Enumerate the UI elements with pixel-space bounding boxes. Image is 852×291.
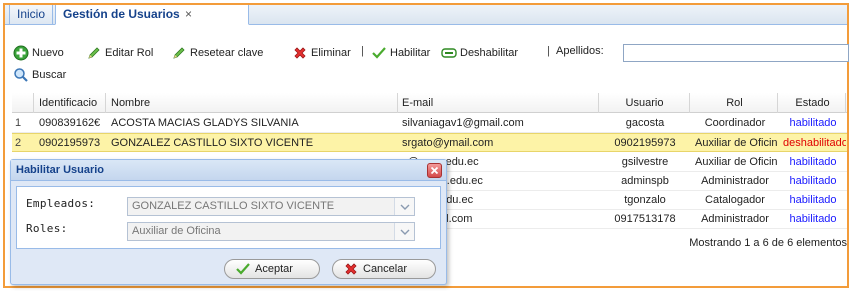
editar-rol-button[interactable]: Editar Rol [86, 44, 153, 62]
red-x-icon [345, 263, 357, 275]
eliminar-label: Eliminar [311, 47, 351, 59]
deshabilitar-label: Deshabilitar [460, 47, 519, 59]
cell-estado: habilitado [789, 156, 837, 168]
cell-rol: Auxiliar de Oficina [695, 137, 778, 149]
cell-rol: Catalogador [705, 194, 765, 206]
close-icon[interactable] [427, 163, 442, 178]
plus-icon [13, 45, 29, 61]
roles-label: Roles: [26, 222, 68, 235]
nuevo-label: Nuevo [32, 47, 64, 59]
apellidos-input[interactable] [623, 44, 849, 62]
deshabilitar-button[interactable]: Deshabilitar [441, 44, 518, 62]
column-header-identificacion[interactable]: Identificacio [36, 93, 106, 113]
cell-rol: Administrador [701, 175, 769, 187]
nuevo-button[interactable]: Nuevo [13, 44, 64, 62]
tab-label: Gestión de Usuarios [63, 7, 180, 21]
resetear-clave-label: Resetear clave [190, 47, 264, 59]
tab-gestion-usuarios[interactable]: Gestión de Usuarios × [55, 5, 249, 25]
editar-rol-label: Editar Rol [105, 47, 154, 59]
roles-select[interactable]: Auxiliar de Oficina [127, 222, 415, 241]
dialog-title: Habilitar Usuario [16, 164, 105, 176]
toolbar-separator: | [547, 45, 550, 57]
cell-estado: habilitado [789, 175, 837, 187]
column-header-num [12, 93, 34, 113]
column-header-rol[interactable]: Rol [692, 93, 778, 113]
table-header: Identificacio Nombre E-mail Usuario Rol … [12, 93, 847, 113]
cell-rol: Auxiliar de Oficina [695, 156, 778, 168]
column-header-usuario[interactable]: Usuario [600, 93, 690, 113]
chevron-down-icon[interactable] [394, 223, 414, 240]
cell-rol: Administrador [701, 213, 769, 225]
column-header-email[interactable]: E-mail [399, 93, 599, 113]
chevron-down-icon[interactable] [394, 198, 414, 215]
checkmark-icon [236, 263, 250, 275]
tab-bar: Inicio Gestión de Usuarios × [5, 5, 847, 25]
cell-usuario: gsilvestre [621, 156, 669, 168]
habilitar-usuario-dialog: Habilitar Usuario Empleados: GONZALEZ CA… [10, 159, 447, 285]
roles-value: Auxiliar de Oficina [132, 225, 221, 237]
cell-usuario: tgonzalo [624, 194, 666, 206]
empleados-select[interactable]: GONZALEZ CASTILLO SIXTO VICENTE [127, 197, 415, 216]
cell-rol: Coordinador [704, 117, 766, 129]
cell-usuario: gacosta [625, 117, 665, 129]
tab-inicio[interactable]: Inicio [9, 5, 53, 25]
eliminar-button[interactable]: Eliminar [292, 44, 351, 62]
close-x-icon [430, 166, 439, 175]
column-header-estado[interactable]: Estado [780, 93, 846, 113]
cell-email: srgato@ymail.com [402, 137, 494, 149]
cell-nombre: GONZALEZ CASTILLO SIXTO VICENTE [111, 137, 314, 149]
aceptar-label: Aceptar [255, 263, 293, 275]
buscar-button[interactable]: Buscar [13, 66, 66, 84]
resetear-clave-button[interactable]: Resetear clave [171, 44, 263, 62]
column-header-nombre[interactable]: Nombre [108, 93, 398, 113]
habilitar-button[interactable]: Habilitar [371, 44, 430, 62]
pencil-icon [173, 47, 185, 59]
cell-estado: deshabilitado [783, 137, 846, 149]
apellidos-label: Apellidos: [556, 45, 604, 57]
table-row-selected[interactable]: 2 0902195973 GONZALEZ CASTILLO SIXTO VIC… [12, 133, 847, 152]
habilitar-label: Habilitar [390, 47, 431, 59]
row-number: 2 [15, 137, 22, 149]
cell-identificacion: 090839162€ [39, 117, 101, 129]
buscar-label: Buscar [32, 69, 67, 81]
app-frame: Inicio Gestión de Usuarios × Nuevo Edita… [3, 3, 849, 288]
cell-usuario: 0917513178 [614, 213, 676, 225]
cell-estado: habilitado [789, 213, 837, 225]
dialog-form: Empleados: GONZALEZ CASTILLO SIXTO VICEN… [16, 186, 441, 249]
cell-usuario: adminspb [621, 175, 669, 187]
table-row[interactable]: 1 090839162€ ACOSTA MACIAS GLADYS SILVAN… [12, 114, 847, 133]
tab-label: Inicio [17, 7, 46, 21]
magnifier-icon [14, 68, 28, 82]
pencil-icon [88, 47, 100, 59]
empleados-label: Empleados: [26, 197, 96, 210]
cell-identificacion: 0902195973 [39, 137, 101, 149]
cell-estado: habilitado [789, 117, 837, 129]
empleados-value: GONZALEZ CASTILLO SIXTO VICENTE [132, 200, 335, 212]
cancelar-label: Cancelar [363, 263, 408, 275]
cell-nombre: ACOSTA MACIAS GLADYS SILVANIA [111, 117, 299, 129]
close-icon[interactable]: × [185, 7, 192, 21]
red-x-icon [294, 47, 306, 59]
checkmark-icon [372, 47, 386, 59]
cell-estado: habilitado [789, 194, 837, 206]
toolbar: Nuevo Editar Rol Resetear clave Eliminar… [5, 42, 849, 86]
toolbar-separator: | [361, 45, 364, 57]
cancelar-button[interactable]: Cancelar [332, 259, 436, 279]
aceptar-button[interactable]: Aceptar [224, 259, 320, 279]
cell-email: silvaniagav1@gmail.com [402, 117, 524, 129]
cell-usuario: 0902195973 [614, 137, 676, 149]
minus-icon [441, 48, 457, 58]
dialog-header[interactable]: Habilitar Usuario [11, 160, 446, 181]
row-number: 1 [15, 117, 22, 129]
